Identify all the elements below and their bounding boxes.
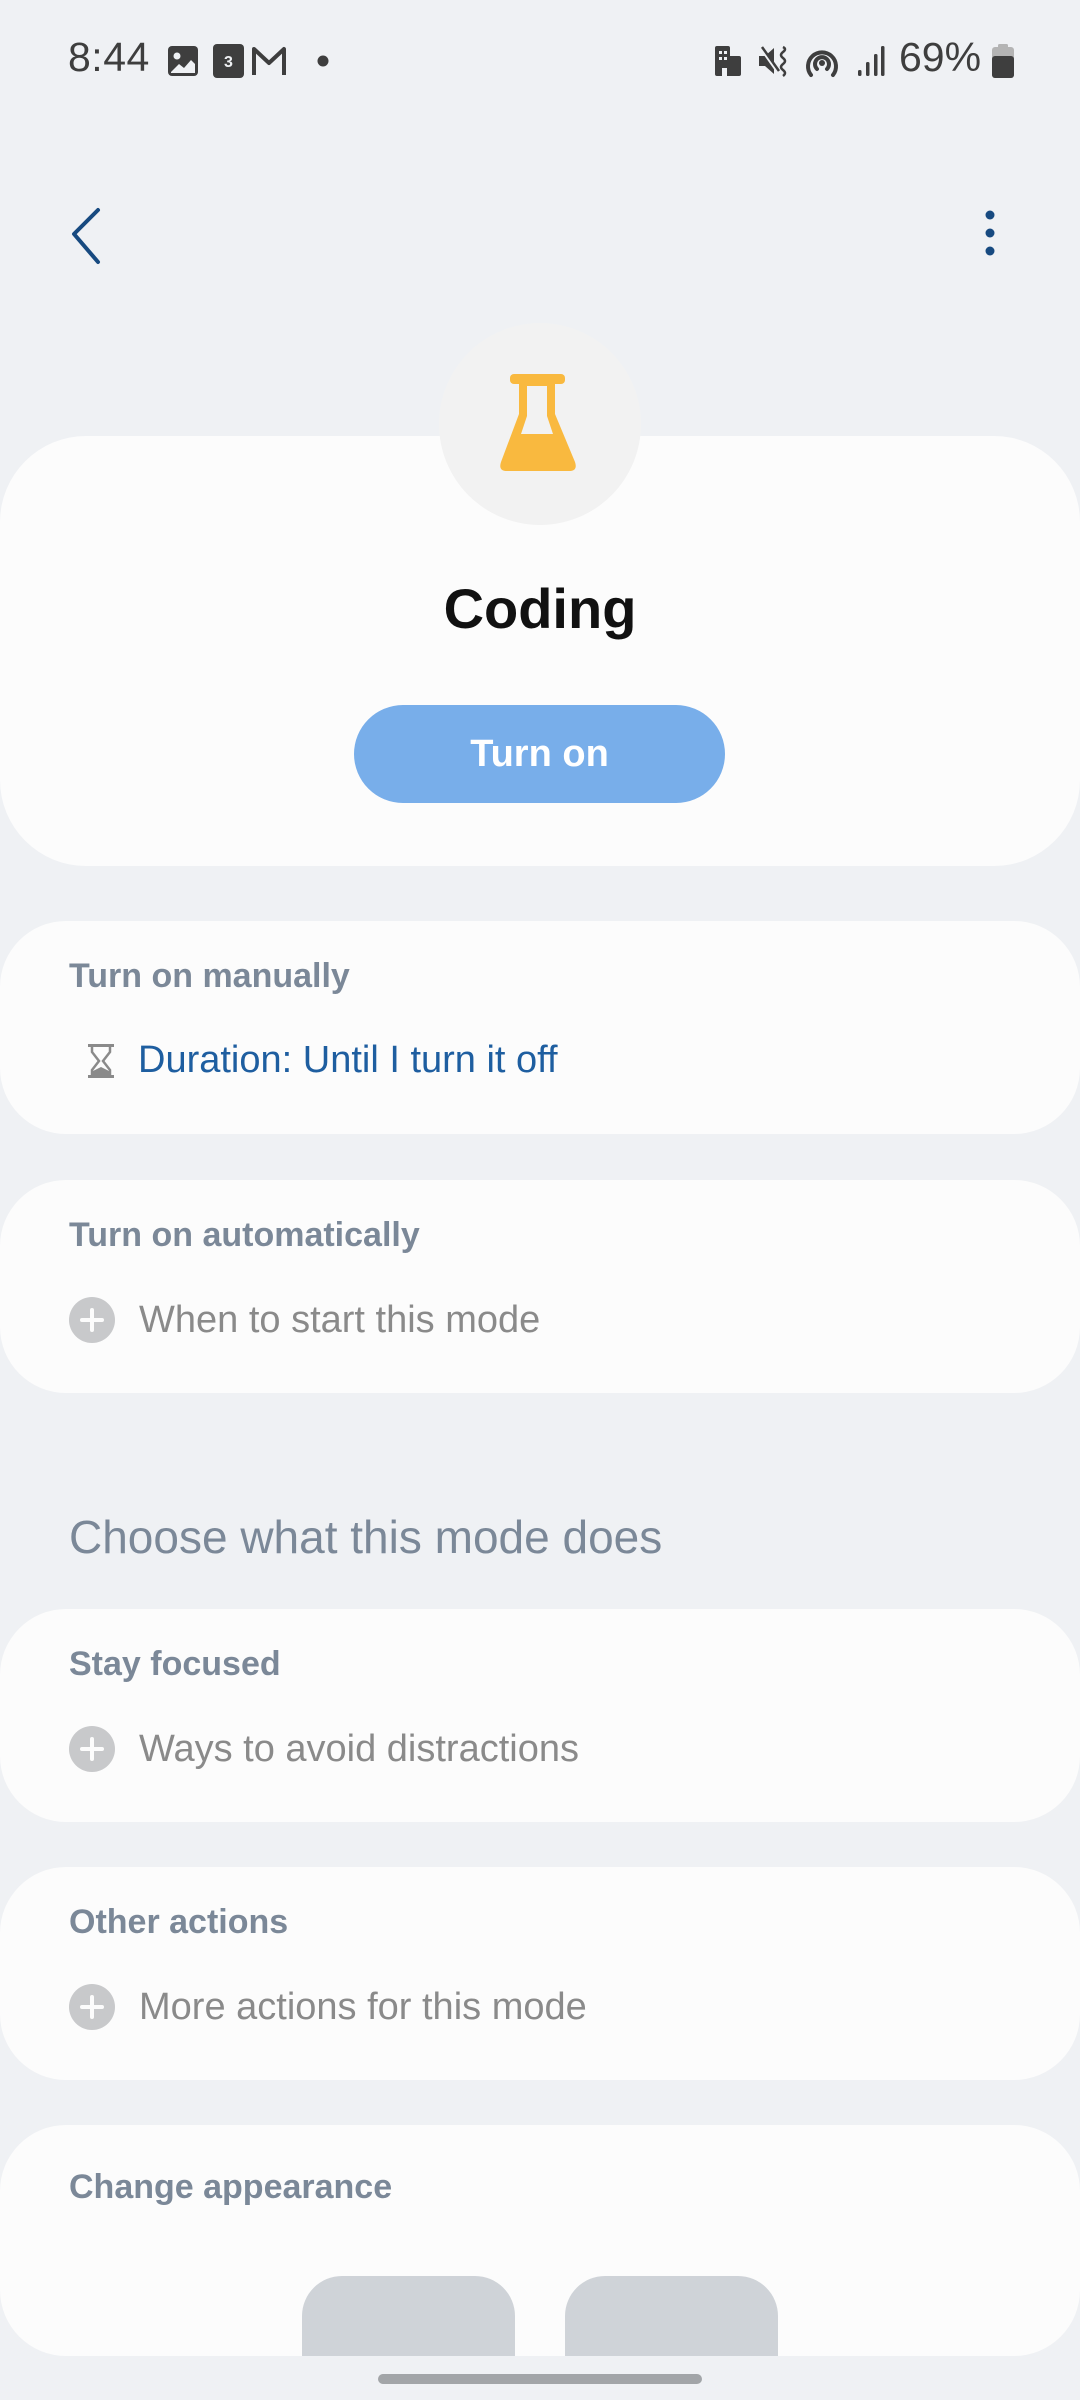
mode-title: Coding <box>443 577 637 640</box>
more-options-button[interactable] <box>962 196 1018 272</box>
turn-on-button[interactable]: Turn on <box>354 705 725 803</box>
battery-percent: 69% <box>899 34 982 80</box>
work-profile-icon <box>715 46 741 76</box>
hourglass-icon <box>88 1043 114 1078</box>
battery-icon <box>992 44 1014 78</box>
add-icon <box>69 1726 115 1772</box>
mode-icon-button[interactable] <box>439 323 641 525</box>
appearance-card: Change appearance <box>0 2125 1080 2356</box>
appearance-option-2[interactable] <box>565 2276 778 2356</box>
add-icon <box>69 1297 115 1343</box>
automatic-card-title: Turn on automatically <box>69 1216 420 1254</box>
status-bar: 8:44 3 69% <box>0 0 1080 120</box>
back-button[interactable] <box>58 196 114 272</box>
add-icon <box>69 1984 115 2030</box>
avoid-distractions-row[interactable]: Ways to avoid distractions <box>69 1726 579 1772</box>
calendar-day: 3 <box>224 54 233 71</box>
signal-icon <box>858 46 885 76</box>
appearance-option-1[interactable] <box>302 2276 515 2356</box>
gesture-nav-handle[interactable] <box>378 2374 702 2384</box>
other-actions-title: Other actions <box>69 1903 289 1941</box>
status-time: 8:44 <box>68 34 150 80</box>
other-actions-card: Other actions More actions for this mode <box>0 1867 1080 2080</box>
more-vertical-icon <box>985 210 995 256</box>
hotspot-icon <box>806 50 838 77</box>
automatic-card: Turn on automatically When to start this… <box>0 1180 1080 1393</box>
more-actions-row[interactable]: More actions for this mode <box>69 1984 587 2030</box>
chevron-left-icon <box>72 208 100 264</box>
duration-label: Duration: Until I turn it off <box>138 1039 558 1081</box>
avoid-distractions-label: Ways to avoid distractions <box>139 1727 579 1770</box>
calendar-icon: 3 <box>213 44 244 78</box>
stay-focused-title: Stay focused <box>69 1645 281 1683</box>
manual-card-title: Turn on manually <box>69 957 350 995</box>
more-actions-label: More actions for this mode <box>139 1985 587 2028</box>
choose-mode-heading: Choose what this mode does <box>69 1511 663 1563</box>
duration-row[interactable]: Duration: Until I turn it off <box>86 1039 558 1082</box>
notification-dot-icon <box>317 55 329 67</box>
appearance-title: Change appearance <box>69 2168 393 2206</box>
when-to-start-row[interactable]: When to start this mode <box>69 1297 540 1343</box>
stay-focused-card: Stay focused Ways to avoid distractions <box>0 1609 1080 1822</box>
vibrate-mute-icon <box>758 45 787 77</box>
gmail-icon <box>252 47 286 75</box>
gallery-icon <box>168 46 198 76</box>
when-to-start-label: When to start this mode <box>139 1298 541 1341</box>
flask-icon <box>500 374 576 471</box>
manual-card: Turn on manually Duration: Until I turn … <box>0 921 1080 1134</box>
